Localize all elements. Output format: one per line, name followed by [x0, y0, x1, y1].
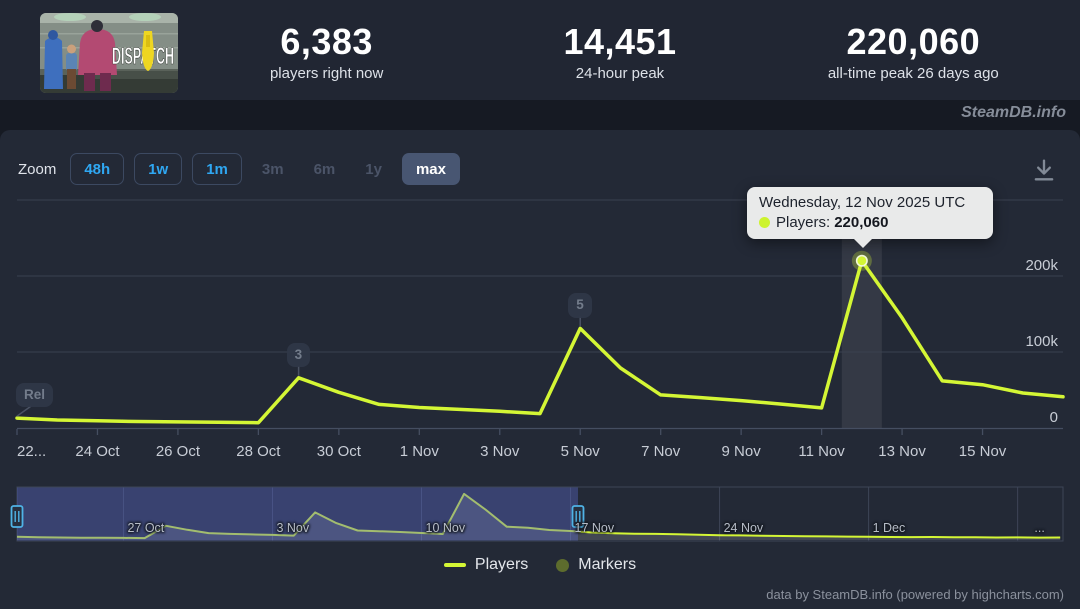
download-icon[interactable] [1030, 156, 1058, 184]
chart-legend: Players Markers [0, 556, 1080, 574]
x-axis-label: 1 Nov [400, 443, 439, 460]
x-axis-label: 11 Nov [798, 443, 844, 460]
legend-item-label: Markers [578, 556, 636, 574]
legend-item-markers[interactable]: Markers [556, 556, 636, 574]
x-axis-label: 26 Oct [156, 443, 200, 460]
x-axis-label: 5 Nov [561, 443, 600, 460]
event-marker-stem [17, 406, 31, 416]
chart-tooltip: Wednesday, 12 Nov 2025 UTC Players: 220,… [747, 187, 993, 239]
zoom-label: Zoom [18, 161, 56, 178]
navigator-date-label: 27 Oct [127, 521, 164, 535]
x-axis-label: 22... [17, 443, 46, 460]
legend-circle-swatch-icon [556, 559, 569, 572]
y-axis-label: 0 [1050, 409, 1058, 426]
x-axis-label: 28 Oct [236, 443, 280, 460]
legend-item-label: Players [475, 556, 528, 574]
tooltip-date: Wednesday, 12 Nov 2025 UTC [759, 194, 981, 211]
chart-canvas[interactable] [0, 0, 1080, 609]
tooltip-series-label: Players: [776, 214, 830, 231]
tooltip-players-row: Players: 220,060 [759, 214, 981, 231]
zoom-range-button-6m: 6m [304, 153, 346, 185]
zoom-range-button-48h[interactable]: 48h [70, 153, 124, 185]
navigator-date-label: 1 Dec [873, 521, 906, 535]
event-marker-badge-3[interactable]: 3 [287, 343, 311, 367]
x-axis-label: 30 Oct [317, 443, 361, 460]
zoom-range-button-3m: 3m [252, 153, 294, 185]
navigator-date-label: 10 Nov [426, 521, 466, 535]
x-axis-label: 7 Nov [641, 443, 680, 460]
steamdb-app-page: DISPATCH 6,383 players right now 14,451 … [0, 0, 1080, 609]
tooltip-players-value: 220,060 [834, 214, 888, 231]
zoom-button-group: 48h 1w 1m 3m 6m 1y max [70, 153, 460, 185]
x-axis-label: 3 Nov [480, 443, 519, 460]
legend-line-swatch-icon [444, 563, 466, 567]
event-marker-badge-5[interactable]: 5 [568, 293, 592, 317]
zoom-range-button-1w[interactable]: 1w [134, 153, 182, 185]
legend-item-players[interactable]: Players [444, 556, 528, 574]
selected-point-dot[interactable] [857, 256, 867, 266]
chart-credit: data by SteamDB.info (powered by highcha… [766, 587, 1064, 602]
zoom-range-button-max[interactable]: max [402, 153, 460, 185]
zoom-toolbar: Zoom 48h 1w 1m 3m 6m 1y max [18, 152, 460, 186]
navigator-date-label: ... [1034, 521, 1044, 535]
x-axis-label: 24 Oct [75, 443, 119, 460]
y-axis-label: 200k [1025, 257, 1058, 274]
zoom-range-button-1m[interactable]: 1m [192, 153, 242, 185]
navigator-date-label: 17 Nov [575, 521, 615, 535]
players-series-line[interactable] [17, 261, 1063, 423]
zoom-range-button-1y: 1y [355, 153, 392, 185]
event-marker-badge-rel[interactable]: Rel [16, 383, 53, 407]
tooltip-series-dot-icon [759, 217, 770, 228]
navigator-date-label: 3 Nov [276, 521, 309, 535]
y-axis-label: 100k [1025, 333, 1058, 350]
navigator-date-label: 24 Nov [724, 521, 764, 535]
x-axis-label: 13 Nov [878, 443, 926, 460]
x-axis-label: 15 Nov [959, 443, 1007, 460]
x-axis-label: 9 Nov [722, 443, 761, 460]
navigator-left-handle[interactable] [12, 506, 23, 527]
